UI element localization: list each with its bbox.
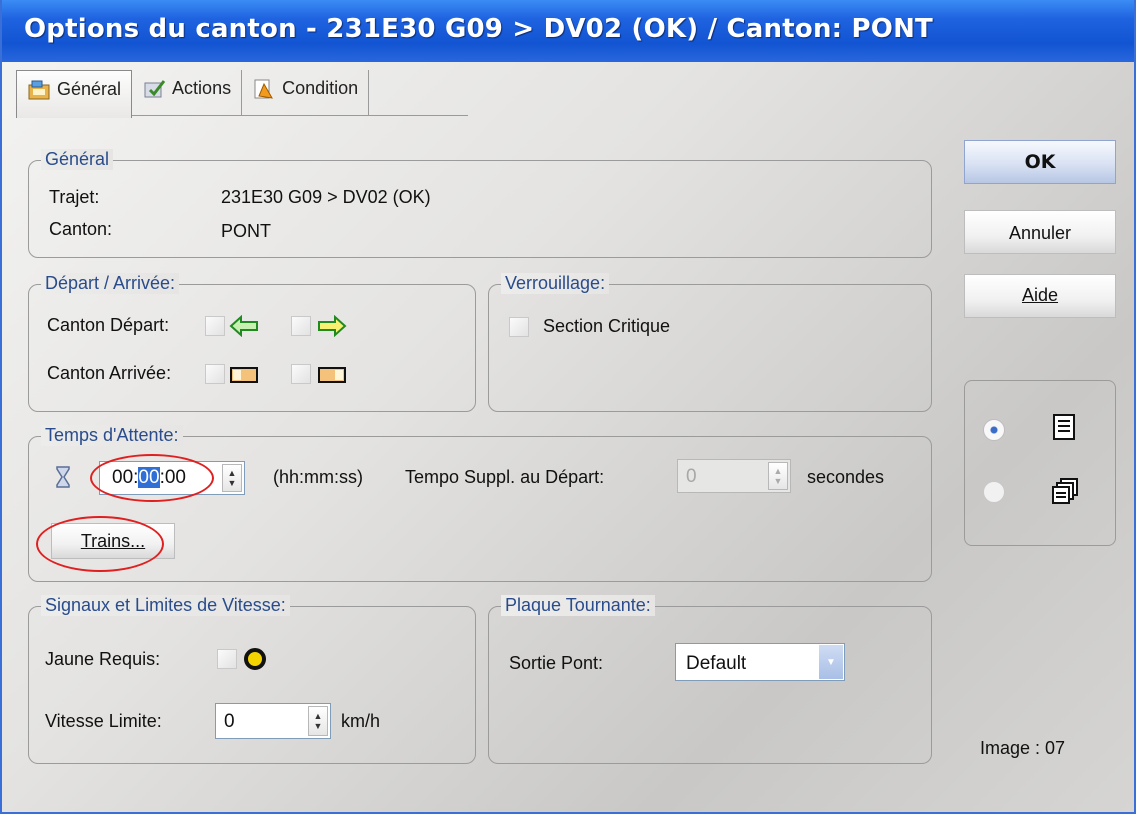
signaux-legend: Signaux et Limites de Vitesse: [41, 595, 290, 616]
plaque-group: Plaque Tournante: Sortie Pont: Default ▼ [488, 595, 932, 764]
time-format-hint: (hh:mm:ss) [273, 467, 363, 487]
jaune-requis-checkbox[interactable] [217, 649, 237, 669]
section-critique-label: Section Critique [543, 316, 671, 336]
tempo-label: Tempo Suppl. au Départ: [405, 467, 605, 487]
view-list-radio[interactable] [983, 419, 1005, 441]
trajet-label: Trajet: [49, 187, 100, 207]
hourglass-icon [55, 465, 71, 495]
canton-label: Canton: [49, 219, 113, 239]
view-options-panel [964, 380, 1116, 546]
depart-arrivee-legend: Départ / Arrivée: [41, 273, 180, 294]
down-arrow-icon[interactable]: ▼ [228, 478, 237, 488]
actions-icon [142, 78, 166, 100]
arrow-left-icon [229, 314, 259, 343]
arrivee-right-checkbox[interactable] [291, 364, 311, 384]
canton-value: PONT [221, 221, 272, 241]
canton-arrivee-label: Canton Arrivée: [47, 363, 172, 383]
dialog-window: Options du canton - 231E30 G09 > DV02 (O… [0, 0, 1136, 814]
list-view-icon [1051, 413, 1077, 447]
tab-strip: Général Actions Condition [16, 70, 468, 118]
tab-condition[interactable]: Condition [242, 70, 370, 116]
wait-time-stepper[interactable]: ▲ ▼ [222, 464, 242, 492]
chevron-down-icon[interactable]: ▼ [819, 645, 843, 679]
annotation-circle-trains [36, 516, 164, 572]
sortie-pont-select[interactable]: Default ▼ [675, 643, 845, 681]
block-left-icon [229, 365, 259, 391]
depart-arrivee-group: Départ / Arrivée: Canton Départ: Canton … [28, 273, 476, 412]
jaune-requis-label: Jaune Requis: [45, 649, 161, 669]
cascade-view-icon [1051, 477, 1079, 511]
image-label: Image : 07 [980, 738, 1066, 758]
arrivee-left-checkbox[interactable] [205, 364, 225, 384]
vitesse-unit: km/h [341, 711, 381, 731]
view-cascade-radio[interactable] [983, 481, 1005, 503]
sortie-pont-label: Sortie Pont: [509, 653, 604, 673]
condition-icon [252, 78, 276, 100]
trajet-value: 231E30 G09 > DV02 (OK) [221, 187, 431, 207]
plaque-legend: Plaque Tournante: [501, 595, 655, 616]
vitesse-stepper[interactable]: ▲ ▼ [308, 706, 328, 736]
sortie-pont-value: Default [686, 653, 747, 674]
general-icon [27, 79, 51, 101]
tab-general-label: Général [57, 79, 122, 99]
general-legend: Général [41, 149, 114, 170]
ok-button[interactable]: OK [964, 140, 1116, 184]
tab-general[interactable]: Général [16, 70, 133, 118]
vitesse-limite-label: Vitesse Limite: [45, 711, 162, 731]
signaux-group: Signaux et Limites de Vitesse: Jaune Req… [28, 595, 476, 764]
annotation-circle-time [90, 454, 214, 502]
depart-right-checkbox[interactable] [291, 316, 311, 336]
tab-condition-label: Condition [282, 78, 359, 98]
tempo-stepper[interactable]: ▲ ▼ [768, 462, 788, 490]
temps-attente-legend: Temps d'Attente: [41, 425, 183, 446]
general-group: Général Trajet: 231E30 G09 > DV02 (OK) C… [28, 149, 932, 258]
tempo-unit: secondes [807, 467, 885, 487]
tab-actions-label: Actions [172, 78, 232, 98]
up-arrow-icon[interactable]: ▲ [228, 468, 237, 478]
depart-left-checkbox[interactable] [205, 316, 225, 336]
vitesse-spinner[interactable]: 0 ▲ ▼ [215, 703, 331, 739]
yellow-signal-icon [243, 647, 267, 677]
verrouillage-legend: Verrouillage: [501, 273, 610, 294]
aide-button[interactable]: Aide [964, 274, 1116, 318]
tempo-spinner[interactable]: 0 ▲ ▼ [677, 459, 791, 493]
canton-depart-label: Canton Départ: [47, 315, 170, 335]
aide-button-label: Aide [1021, 285, 1059, 305]
tempo-value[interactable]: 0 [686, 466, 697, 488]
verrouillage-group: Verrouillage: Section Critique [488, 273, 932, 412]
annuler-button[interactable]: Annuler [964, 210, 1116, 254]
block-right-icon [317, 365, 347, 391]
window-title: Options du canton - 231E30 G09 > DV02 (O… [2, 0, 1134, 62]
tab-actions[interactable]: Actions [132, 70, 243, 116]
vitesse-value[interactable]: 0 [224, 711, 235, 733]
arrow-right-icon [317, 314, 347, 343]
section-critique-checkbox[interactable] [509, 317, 529, 337]
